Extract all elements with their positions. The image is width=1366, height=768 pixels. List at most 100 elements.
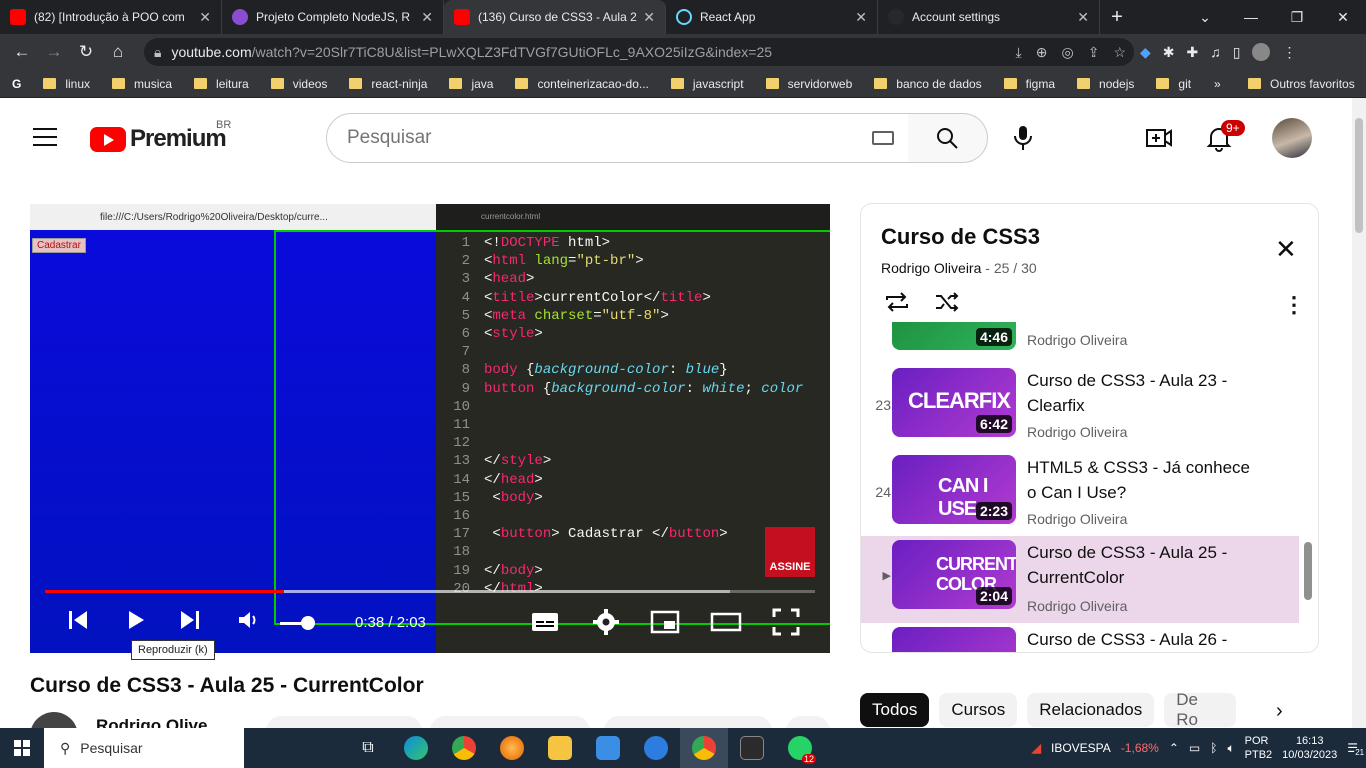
taskbar-search-input[interactable]: ⚲ Pesquisar: [44, 728, 244, 768]
zoom-icon[interactable]: ⊕: [1036, 44, 1048, 61]
bookmark-folder[interactable]: linux: [43, 77, 90, 91]
network-icon[interactable]: ▭: [1189, 741, 1200, 755]
share-icon[interactable]: ⇪: [1088, 44, 1100, 61]
playlist-item[interactable]: 24 CAN I USE 2:23 HTML5 & CSS3 - Já conhe…: [861, 451, 1299, 538]
loop-icon[interactable]: [883, 290, 911, 314]
whatsapp-icon[interactable]: 12: [776, 728, 824, 768]
playlist-item[interactable]: 4:46 Rodrigo Oliveira: [861, 322, 1299, 364]
bookmark-folder[interactable]: banco de dados: [874, 77, 982, 91]
terminal-icon[interactable]: [728, 728, 776, 768]
input-language[interactable]: POR PTB2: [1245, 734, 1273, 762]
start-button[interactable]: [0, 740, 44, 756]
playlist-title[interactable]: Curso de CSS3: [881, 224, 1040, 250]
tab-search-icon[interactable]: ⌄: [1182, 0, 1228, 34]
bluetooth-icon[interactable]: ᛒ: [1210, 741, 1217, 755]
bookmark-folder[interactable]: musica: [112, 77, 172, 91]
close-tab-icon[interactable]: ✕: [421, 9, 433, 26]
hide-icon[interactable]: ◎: [1061, 44, 1073, 61]
search-button[interactable]: [908, 113, 988, 163]
chip-relacionados[interactable]: Relacionados: [1027, 693, 1155, 727]
extension-bug-icon[interactable]: ✱: [1163, 44, 1175, 61]
search-input[interactable]: Pesquisar: [326, 113, 909, 163]
bookmarks-overflow[interactable]: »: [1214, 77, 1221, 91]
playlist-item[interactable]: Curso de CSS3 - Aula 26 -: [861, 623, 1299, 652]
thumbnail[interactable]: 4:46: [892, 322, 1016, 350]
stock-chart-icon[interactable]: ◢: [1032, 741, 1041, 755]
playlist-scrollbar[interactable]: [1304, 542, 1312, 600]
bookmark-folder[interactable]: figma: [1003, 77, 1055, 91]
thumbnail[interactable]: CAN I USE 2:23: [892, 455, 1016, 524]
url-bar[interactable]: 🔒︎ youtube.com/watch?v=20Slr7TiC8U&list=…: [144, 38, 1134, 66]
chip-cursos[interactable]: Cursos: [939, 693, 1018, 727]
google-icon[interactable]: G: [12, 77, 21, 91]
progress-bar[interactable]: [45, 590, 815, 593]
forward-button[interactable]: →: [38, 36, 70, 68]
volume-knob[interactable]: [301, 616, 315, 630]
tray-chevron-icon[interactable]: ⌃: [1169, 741, 1179, 755]
bookmark-folder[interactable]: react-ninja: [349, 77, 427, 91]
page-scrollbar[interactable]: [1352, 98, 1366, 728]
miniplayer-icon[interactable]: [650, 608, 680, 636]
chip-todos[interactable]: Todos: [860, 693, 930, 727]
firefox-icon[interactable]: [488, 728, 536, 768]
settings-gear-icon[interactable]: [592, 608, 620, 636]
chevron-right-icon[interactable]: ›: [1276, 700, 1283, 723]
home-button[interactable]: ⌂: [102, 36, 134, 68]
photos-icon[interactable]: [584, 728, 632, 768]
clock[interactable]: 16:13 10/03/2023: [1282, 734, 1337, 762]
speaker-icon[interactable]: 🔈︎: [1227, 741, 1234, 756]
browser-tab[interactable]: Projeto Completo NodeJS, R ✕: [222, 0, 444, 34]
create-video-icon[interactable]: [1145, 124, 1173, 152]
thumbnail[interactable]: CURRENT COLOR 2:04: [892, 540, 1016, 609]
previous-icon[interactable]: [66, 608, 90, 632]
thumbnail[interactable]: [892, 627, 1016, 652]
bookmark-folder[interactable]: videos: [270, 77, 327, 91]
close-tab-icon[interactable]: ✕: [643, 9, 655, 26]
puzzle-icon[interactable]: ✚: [1187, 44, 1199, 61]
side-panel-icon[interactable]: ▯: [1233, 44, 1241, 61]
video-player[interactable]: file:///C:/Users/Rodrigo%20Oliveira/Desk…: [30, 204, 830, 653]
shuffle-icon[interactable]: [933, 290, 961, 314]
bookmark-folder[interactable]: git: [1156, 77, 1191, 91]
bookmark-folder[interactable]: servidorweb: [765, 77, 852, 91]
install-icon[interactable]: ⤓: [1016, 44, 1022, 61]
browser-tab[interactable]: Account settings ✕: [878, 0, 1100, 34]
browser-tab-active[interactable]: (136) Curso de CSS3 - Aula 2 ✕: [444, 0, 666, 34]
extension-icon[interactable]: ◆: [1140, 44, 1151, 61]
theater-mode-icon[interactable]: [710, 608, 742, 636]
back-button[interactable]: ←: [6, 36, 38, 68]
subtitles-icon[interactable]: [530, 608, 560, 636]
profile-icon[interactable]: [1252, 43, 1271, 61]
task-view-icon[interactable]: ⧉: [344, 728, 392, 768]
chrome-active-icon[interactable]: [680, 728, 728, 768]
thumbnail[interactable]: CLEARFIX 6:42: [892, 368, 1016, 437]
playlist-item-current[interactable]: ▶ CURRENT COLOR 2:04 Curso de CSS3 - Aula…: [861, 536, 1299, 623]
browser-tab[interactable]: (82) [Introdução à POO com ✕: [0, 0, 222, 34]
close-tab-icon[interactable]: ✕: [855, 9, 867, 26]
keyboard-icon[interactable]: [872, 131, 894, 145]
volume-icon[interactable]: [236, 608, 260, 632]
close-tab-icon[interactable]: ✕: [199, 9, 211, 26]
bookmark-folder[interactable]: conteinerizacao-do...: [515, 77, 649, 91]
browser-tab[interactable]: React App ✕: [666, 0, 878, 34]
restore-button[interactable]: ❐: [1274, 0, 1320, 34]
fullscreen-icon[interactable]: [772, 608, 800, 636]
stock-name[interactable]: IBOVESPA: [1051, 741, 1111, 755]
close-playlist-icon[interactable]: ✕: [1275, 234, 1297, 265]
bookmark-folder[interactable]: nodejs: [1077, 77, 1134, 91]
minimize-button[interactable]: —: [1228, 0, 1274, 34]
other-bookmarks[interactable]: Outros favoritos: [1248, 77, 1355, 91]
vpn-icon[interactable]: [632, 728, 680, 768]
account-avatar[interactable]: [1272, 118, 1312, 158]
playlist-more-icon[interactable]: ⋮: [1283, 292, 1305, 318]
youtube-logo[interactable]: Premium: [90, 125, 227, 153]
bookmark-folder[interactable]: java: [449, 77, 493, 91]
play-icon[interactable]: [124, 608, 148, 632]
menu-icon[interactable]: [33, 128, 57, 146]
file-explorer-icon[interactable]: [536, 728, 584, 768]
microphone-icon[interactable]: [1012, 124, 1034, 152]
edge-icon[interactable]: [392, 728, 440, 768]
close-window-button[interactable]: ✕: [1320, 0, 1366, 34]
subscribe-watermark[interactable]: ASSINE: [765, 527, 815, 577]
reload-button[interactable]: ↻: [70, 36, 102, 68]
